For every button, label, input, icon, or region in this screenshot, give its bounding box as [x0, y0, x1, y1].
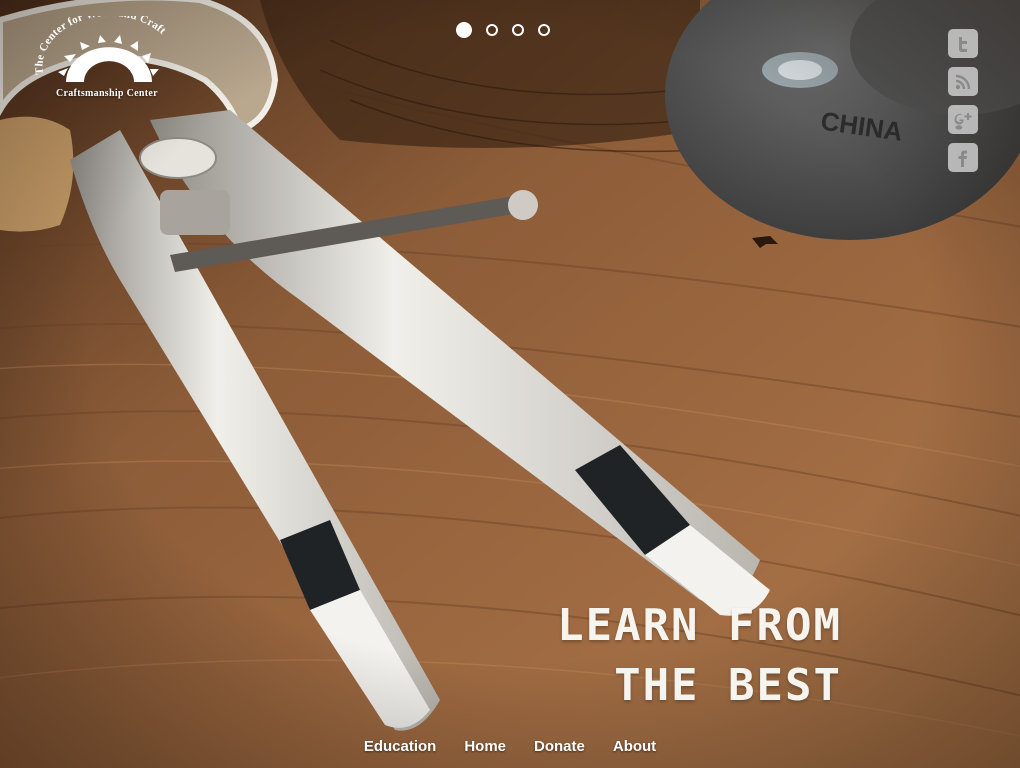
google-plus-icon: [954, 112, 972, 130]
hero-headline-line-1: LEARN FROM: [557, 600, 842, 651]
google-plus-button[interactable]: [948, 105, 978, 134]
facebook-icon: [958, 150, 967, 167]
rss-icon: [955, 74, 971, 89]
hero-headline-line-2: THE BEST: [614, 660, 842, 711]
hero-headline: LEARN FROM THE BEST: [557, 596, 842, 716]
twitter-icon: [959, 36, 967, 52]
slider-dot-4[interactable]: [538, 24, 550, 36]
nav-link-education[interactable]: Education: [364, 738, 437, 755]
rss-button[interactable]: [948, 67, 978, 96]
site-logo[interactable]: The Center for Wood and Craft Craftsmans…: [34, 16, 184, 106]
hero-stage: CHINA The Center for Wood and Craft: [0, 0, 1020, 768]
slider-dot-1[interactable]: [456, 22, 472, 38]
nav-link-about[interactable]: About: [613, 738, 656, 755]
slider-dot-2[interactable]: [486, 24, 498, 36]
nav-link-home[interactable]: Home: [464, 738, 506, 755]
logo-arc-text: The Center for Wood and Craft: [34, 16, 168, 75]
facebook-button[interactable]: [948, 143, 978, 172]
svg-text:The Center for Wood and Craft: The Center for Wood and Craft: [34, 16, 168, 75]
hero-background-image: CHINA: [0, 0, 1020, 768]
social-links: [948, 29, 978, 172]
twitter-button[interactable]: [948, 29, 978, 58]
slider-pagination: [456, 22, 550, 38]
main-navigation: Education Home Donate About: [0, 738, 1020, 755]
logo-bottom-text: Craftsmanship Center: [56, 88, 158, 99]
slider-dot-3[interactable]: [512, 24, 524, 36]
nav-link-donate[interactable]: Donate: [534, 738, 585, 755]
